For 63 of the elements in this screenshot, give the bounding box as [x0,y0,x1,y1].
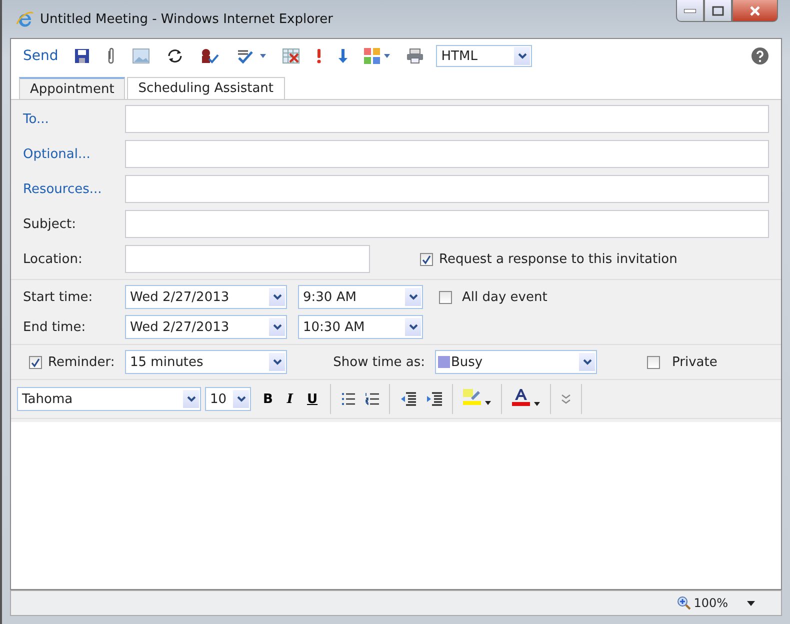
address-book-link[interactable]: Optional... [23,146,125,162]
input-field[interactable] [125,105,769,133]
show-as-dropdown[interactable]: Busy [435,350,597,374]
help-icon[interactable] [751,47,769,65]
delete-table-icon[interactable] [282,48,300,64]
address-book-link[interactable]: To... [23,112,125,126]
address-book-link[interactable]: Resources... [23,182,125,196]
checkbox[interactable] [420,252,433,266]
printer-icon[interactable] [406,48,424,64]
input-field[interactable] [125,175,769,203]
minimize-icon[interactable] [684,8,696,12]
refresh-icon[interactable] [166,48,184,64]
checkbox[interactable] [29,356,42,368]
close-button[interactable] [732,0,778,22]
input-field[interactable] [125,140,769,168]
dropdown-arrow-icon[interactable] [534,402,540,406]
bold-button[interactable]: B [261,392,275,406]
italic-button[interactable]: I [284,392,296,406]
field-label: End time: [23,320,87,334]
time-dropdown[interactable]: 9:30 AM [298,285,423,309]
dropdown-arrow-icon[interactable] [747,600,755,606]
field-label: Subject: [23,216,77,232]
input-field[interactable] [125,210,769,238]
maximize-button[interactable] [704,0,732,22]
zoom-level[interactable]: 100% [694,596,728,610]
checkbox-label: Private [672,354,718,370]
font-size-dropdown[interactable]: 10 [205,387,251,411]
minimize-button[interactable] [676,0,704,22]
maximize-icon[interactable] [712,6,724,16]
window-title: Untitled Meeting - Windows Internet Explorer [40,12,333,26]
time-dropdown[interactable]: 10:30 AM [298,315,423,339]
checkbox[interactable] [439,290,452,304]
date-dropdown[interactable]: Wed 2/27/2013 [125,315,287,339]
close-icon[interactable] [749,6,761,16]
location-field[interactable] [125,245,370,273]
numbered-list-icon[interactable] [364,392,379,406]
tab[interactable]: Appointment [19,77,126,99]
checkbox[interactable] [647,356,660,368]
reminder-dropdown[interactable]: 15 minutes [125,350,287,374]
checkbox-label: Reminder: [48,354,115,370]
checkbox-label: All day event [462,290,548,304]
exclamation-icon[interactable] [316,48,322,64]
increase-indent-icon[interactable] [426,392,442,406]
dropdown-arrow-icon[interactable] [484,401,491,405]
expand-icon[interactable] [560,394,571,404]
down-arrow-icon[interactable] [338,48,348,64]
save-icon[interactable] [74,48,90,64]
bullet-list-icon[interactable] [340,392,355,406]
font-dropdown[interactable]: Tahoma [17,387,201,411]
paperclip-icon[interactable] [106,47,116,65]
send-button[interactable]: Send [23,48,58,64]
field-label: Location: [23,252,84,266]
decrease-indent-icon[interactable] [400,392,416,406]
underline-button[interactable]: U [305,392,320,406]
tab[interactable]: Scheduling Assistant [127,77,284,99]
checkbox-label: Request a response to this invitation [439,252,678,266]
browser-logo-icon [16,10,34,28]
date-dropdown[interactable]: Wed 2/27/2013 [125,285,287,309]
field-label: Start time: [23,290,94,304]
font-color-icon[interactable] [512,388,530,406]
format-dropdown[interactable]: HTML [436,45,532,67]
zoom-icon[interactable] [676,596,691,610]
field-label: Show time as: [333,354,425,370]
